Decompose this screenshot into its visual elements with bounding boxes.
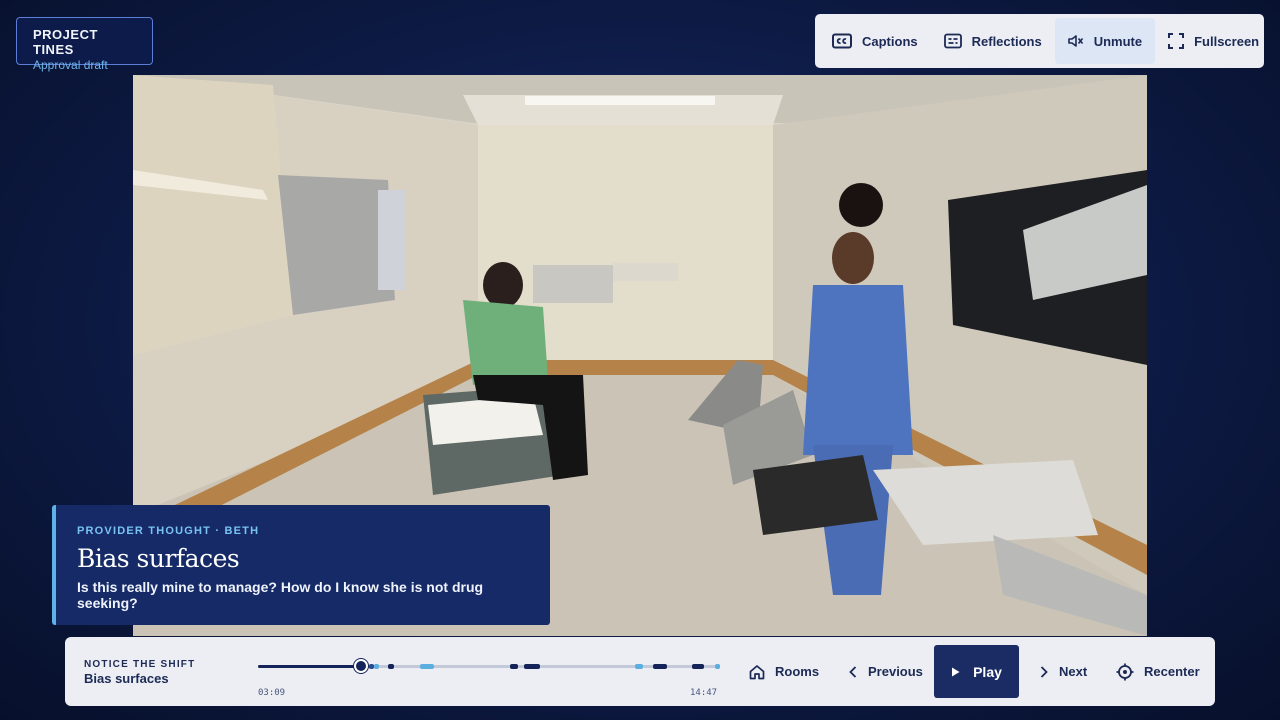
recenter-label: Recenter (1144, 664, 1200, 679)
fullscreen-label: Fullscreen (1194, 33, 1260, 49)
total-time: 14:47 (690, 688, 718, 698)
captions-button[interactable]: Captions (819, 18, 931, 64)
timeline-marker[interactable] (653, 664, 667, 669)
unmute-button[interactable]: Unmute (1054, 18, 1156, 64)
previous-label: Previous (868, 664, 923, 679)
timeline-handle[interactable] (353, 659, 368, 673)
crosshair-icon (1116, 663, 1134, 680)
timeline-progress (258, 665, 361, 668)
project-title: PROJECT TINES (33, 27, 98, 57)
play-button[interactable]: Play (934, 645, 1019, 698)
previous-button[interactable]: Previous (848, 637, 923, 706)
timeline-marker[interactable] (419, 664, 434, 669)
captions-icon (832, 33, 852, 49)
next-button[interactable]: Next (1039, 637, 1087, 706)
fullscreen-icon (1168, 33, 1185, 49)
play-icon (952, 667, 960, 676)
timeline-marker[interactable] (373, 664, 380, 669)
top-toolbar: Captions Reflections Unmute Fullscreen (815, 14, 1264, 68)
chevron-left-icon (849, 665, 857, 678)
timeline-scrubber[interactable] (258, 659, 720, 673)
rooms-label: Rooms (775, 664, 820, 679)
timeline-marker[interactable] (388, 664, 394, 669)
project-badge: PROJECT TINES Approval draft (16, 17, 153, 72)
chapter-title: Bias surfaces (84, 671, 169, 686)
current-time: 03:09 (258, 688, 286, 698)
thought-title: Bias surfaces (77, 544, 240, 573)
timeline-marker[interactable] (634, 664, 643, 669)
muted-speaker-icon (1067, 35, 1083, 47)
unmute-label: Unmute (1093, 33, 1143, 49)
next-label: Next (1059, 664, 1088, 679)
thought-body: Is this really mine to manage? How do I … (77, 579, 484, 611)
timeline-marker[interactable] (523, 664, 540, 669)
chevron-right-icon (1040, 665, 1048, 678)
control-bar: NOTICE THE SHIFT Bias surfaces 03:09 14:… (65, 637, 1215, 706)
reflections-icon (943, 33, 962, 49)
project-subtitle: Approval draft (33, 58, 108, 72)
fullscreen-button[interactable]: Fullscreen (1155, 18, 1272, 64)
home-icon (749, 664, 765, 679)
rooms-button[interactable]: Rooms (749, 637, 819, 706)
reflections-button[interactable]: Reflections (931, 18, 1055, 64)
thought-kicker: PROVIDER THOUGHT · BETH (77, 525, 260, 537)
timeline-marker[interactable] (692, 664, 704, 669)
play-label: Play (973, 663, 1002, 680)
captions-label: Captions (862, 33, 918, 49)
recenter-button[interactable]: Recenter (1116, 637, 1200, 706)
provider-thought-card: PROVIDER THOUGHT · BETH Bias surfaces Is… (52, 505, 550, 625)
reflections-label: Reflections (971, 33, 1042, 49)
chapter-kicker: NOTICE THE SHIFT (84, 659, 196, 670)
timeline-marker[interactable] (715, 664, 720, 669)
timeline-marker[interactable] (509, 664, 519, 669)
